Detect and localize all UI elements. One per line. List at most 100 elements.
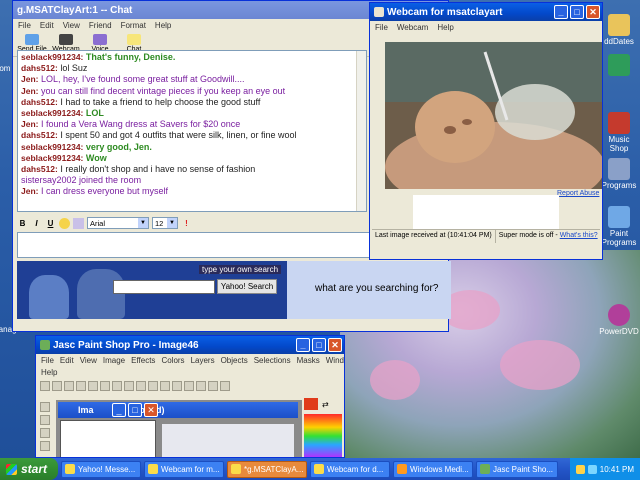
minimize-button[interactable]: _ bbox=[554, 5, 568, 19]
desktop-icon-music[interactable] bbox=[598, 54, 640, 77]
palette-icon[interactable] bbox=[148, 381, 158, 391]
desktop-icon-paint-programs[interactable]: Paint Programs bbox=[598, 206, 640, 247]
open-icon[interactable] bbox=[52, 381, 62, 391]
desktop-icon-com[interactable]: Com bbox=[0, 64, 12, 73]
cut-icon[interactable] bbox=[112, 381, 122, 391]
menu-effects[interactable]: Effects bbox=[131, 356, 155, 365]
close-button[interactable]: ✕ bbox=[144, 403, 158, 417]
desktop-icon-manage[interactable]: Manage bbox=[0, 325, 21, 334]
chat-transcript[interactable]: seblack991234: That's funny, Denise. dah… bbox=[17, 50, 367, 212]
menu-masks[interactable]: Masks bbox=[297, 356, 320, 365]
underline-button[interactable]: U bbox=[45, 218, 56, 229]
help-icon[interactable] bbox=[220, 381, 230, 391]
nudge-icon[interactable]: ! bbox=[181, 218, 192, 229]
copy-icon[interactable] bbox=[124, 381, 134, 391]
whats-this-link[interactable]: What's this? bbox=[560, 232, 598, 239]
menu-view[interactable]: View bbox=[80, 356, 97, 365]
maximize-button[interactable]: □ bbox=[312, 338, 326, 352]
desktop-icon-shop-programs[interactable]: Programs bbox=[598, 158, 640, 190]
taskbar-button-webcam-d[interactable]: Webcam for d... bbox=[310, 460, 390, 478]
layers-icon[interactable] bbox=[160, 381, 170, 391]
clock[interactable]: 10:41 PM bbox=[600, 465, 634, 474]
minimize-button[interactable]: _ bbox=[112, 403, 126, 417]
color-icon[interactable] bbox=[73, 217, 84, 229]
menu-window[interactable]: Window bbox=[326, 356, 344, 365]
taskbar-button-yahoo-messenger[interactable]: Yahoo! Messe... bbox=[61, 460, 141, 478]
menu-objects[interactable]: Objects bbox=[221, 356, 248, 365]
menu-format[interactable]: Format bbox=[121, 21, 146, 30]
crop-tool-icon[interactable] bbox=[40, 441, 50, 451]
smiley-icon[interactable] bbox=[59, 217, 70, 229]
histogram-icon[interactable] bbox=[172, 381, 182, 391]
close-button[interactable]: ✕ bbox=[328, 338, 342, 352]
close-button[interactable]: ✕ bbox=[586, 5, 600, 19]
print-icon[interactable] bbox=[76, 381, 86, 391]
report-abuse-link[interactable]: Report Abuse bbox=[557, 190, 599, 197]
menu-layers[interactable]: Layers bbox=[191, 356, 215, 365]
redo-icon[interactable] bbox=[100, 381, 110, 391]
taskbar-button-paint-shop[interactable]: Jasc Paint Sho... bbox=[476, 460, 558, 478]
webcam-window-controls: _ □ ✕ bbox=[554, 5, 600, 19]
minimize-button[interactable]: _ bbox=[296, 338, 310, 352]
font-size-select[interactable]: 12 ▼ bbox=[152, 217, 178, 229]
new-icon[interactable] bbox=[40, 381, 50, 391]
webcam-titlebar[interactable]: Webcam for msatclayart _ □ ✕ bbox=[370, 3, 602, 21]
chat-message: seblack991234: That's funny, Denise. bbox=[21, 52, 363, 63]
yahoo-search-ad[interactable]: type your own search Yahoo! Search what … bbox=[17, 261, 451, 319]
maximize-button[interactable]: □ bbox=[570, 5, 584, 19]
menu-view[interactable]: View bbox=[63, 21, 80, 30]
yahoo-messenger-icon bbox=[65, 464, 75, 474]
menu-image[interactable]: Image bbox=[103, 356, 125, 365]
save-icon[interactable] bbox=[64, 381, 74, 391]
send-file-icon bbox=[25, 34, 39, 45]
paste-icon[interactable] bbox=[136, 381, 146, 391]
ad-search-input[interactable] bbox=[113, 280, 215, 294]
font-select[interactable]: Arial ▼ bbox=[87, 217, 149, 229]
tray-icon[interactable] bbox=[587, 464, 597, 474]
font-size-value: 12 bbox=[155, 218, 164, 228]
foreground-color-swatch[interactable] bbox=[304, 398, 318, 410]
menu-colors[interactable]: Colors bbox=[161, 356, 184, 365]
arrow-tool-icon[interactable] bbox=[40, 402, 50, 412]
move-tool-icon[interactable] bbox=[40, 428, 50, 438]
nested-window-controls: _ □ ✕ bbox=[112, 403, 158, 417]
menu-edit[interactable]: Edit bbox=[40, 21, 54, 30]
menu-selections[interactable]: Selections bbox=[254, 356, 291, 365]
desktop-icon-dddates[interactable]: ddDates bbox=[598, 14, 640, 46]
tray-icon[interactable] bbox=[575, 464, 585, 474]
desktop-icon-label: Shop bbox=[609, 144, 629, 153]
desktop-icon-music-shop[interactable]: Music Shop bbox=[598, 112, 640, 153]
overview-icon[interactable] bbox=[184, 381, 194, 391]
taskbar-button-label: *g.MSATClayA... bbox=[244, 464, 304, 474]
color-gradient-picker[interactable] bbox=[304, 414, 342, 457]
taskbar-button-chat[interactable]: *g.MSATClayA... bbox=[227, 460, 307, 478]
menu-file[interactable]: File bbox=[18, 21, 31, 30]
italic-button[interactable]: I bbox=[31, 218, 42, 229]
menu-file[interactable]: File bbox=[375, 23, 388, 32]
wallpaper-blossom bbox=[500, 340, 580, 390]
brush-icon[interactable] bbox=[196, 381, 206, 391]
menu-help[interactable]: Help bbox=[41, 368, 57, 377]
menu-help[interactable]: Help bbox=[437, 23, 453, 32]
menu-friend[interactable]: Friend bbox=[89, 21, 112, 30]
menu-edit[interactable]: Edit bbox=[60, 356, 74, 365]
chat-scrollbar[interactable] bbox=[356, 51, 366, 211]
menu-help[interactable]: Help bbox=[155, 21, 171, 30]
swap-colors-icon[interactable]: ⇄ bbox=[322, 400, 329, 409]
zoom-tool-icon[interactable] bbox=[40, 415, 50, 425]
start-button[interactable]: start bbox=[0, 458, 58, 480]
desktop-icon-powerdvd[interactable]: PowerDVD bbox=[598, 304, 640, 336]
taskbar-button-windows-media[interactable]: Windows Medi... bbox=[393, 460, 473, 478]
menu-webcam[interactable]: Webcam bbox=[397, 23, 428, 32]
maximize-button[interactable]: □ bbox=[128, 403, 142, 417]
taskbar-button-webcam-m[interactable]: Webcam for m... bbox=[144, 460, 224, 478]
psp-titlebar[interactable]: Jasc Paint Shop Pro - Image46 _ □ ✕ bbox=[36, 336, 344, 354]
windows-logo-icon bbox=[6, 463, 17, 475]
undo-icon[interactable] bbox=[88, 381, 98, 391]
bold-button[interactable]: B bbox=[17, 218, 28, 229]
menu-file[interactable]: File bbox=[41, 356, 54, 365]
yahoo-search-button[interactable]: Yahoo! Search bbox=[217, 279, 277, 294]
text-tool-icon[interactable] bbox=[208, 381, 218, 391]
psp-toolbar bbox=[40, 381, 230, 391]
psp-image-canvas[interactable] bbox=[162, 424, 294, 457]
